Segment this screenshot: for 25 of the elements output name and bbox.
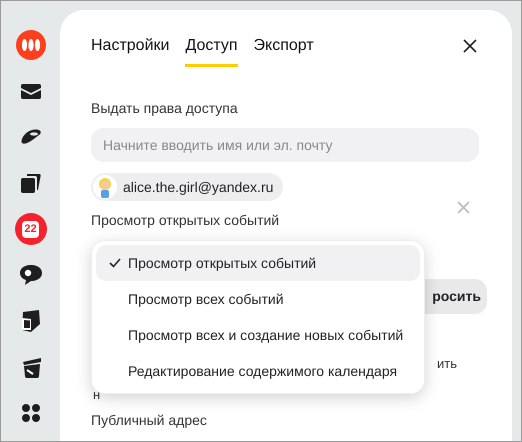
logo-icon[interactable] — [16, 30, 46, 60]
close-button[interactable] — [463, 38, 479, 54]
chat-icon[interactable] — [20, 265, 42, 285]
apps-icon[interactable] — [22, 404, 40, 422]
partial-text: н — [93, 386, 100, 402]
close-icon — [463, 39, 477, 53]
user-chip: alice.the.girl@yandex.ru — [91, 173, 284, 201]
tab[interactable]: Экспорт — [254, 34, 314, 67]
section-title: Публичный адрес — [91, 410, 208, 430]
avatar-icon — [93, 175, 117, 199]
menu-item[interactable]: Редактирование содержимого календаря — [96, 353, 420, 389]
tab[interactable]: Доступ — [185, 34, 238, 67]
section-title: Выдать права доступа — [91, 99, 239, 118]
search-field[interactable]: Начните вводить имя или эл. почту — [91, 128, 479, 162]
check-icon — [109, 258, 121, 268]
permission-label: Просмотр открытых событий — [91, 211, 280, 230]
menu-item[interactable]: Просмотр всех и создание новых событий — [96, 317, 420, 353]
invite-button[interactable]: росить — [425, 279, 487, 314]
menu-item[interactable]: Просмотр всех событий — [96, 281, 420, 317]
mail-icon[interactable] — [20, 84, 40, 98]
menu-item[interactable]: Просмотр открытых событий — [96, 245, 420, 281]
tab[interactable]: Настройки — [91, 34, 170, 67]
stack-icon[interactable] — [20, 173, 40, 193]
partial-text: ить — [437, 355, 457, 373]
calendar-icon[interactable]: 22 — [14, 213, 46, 245]
